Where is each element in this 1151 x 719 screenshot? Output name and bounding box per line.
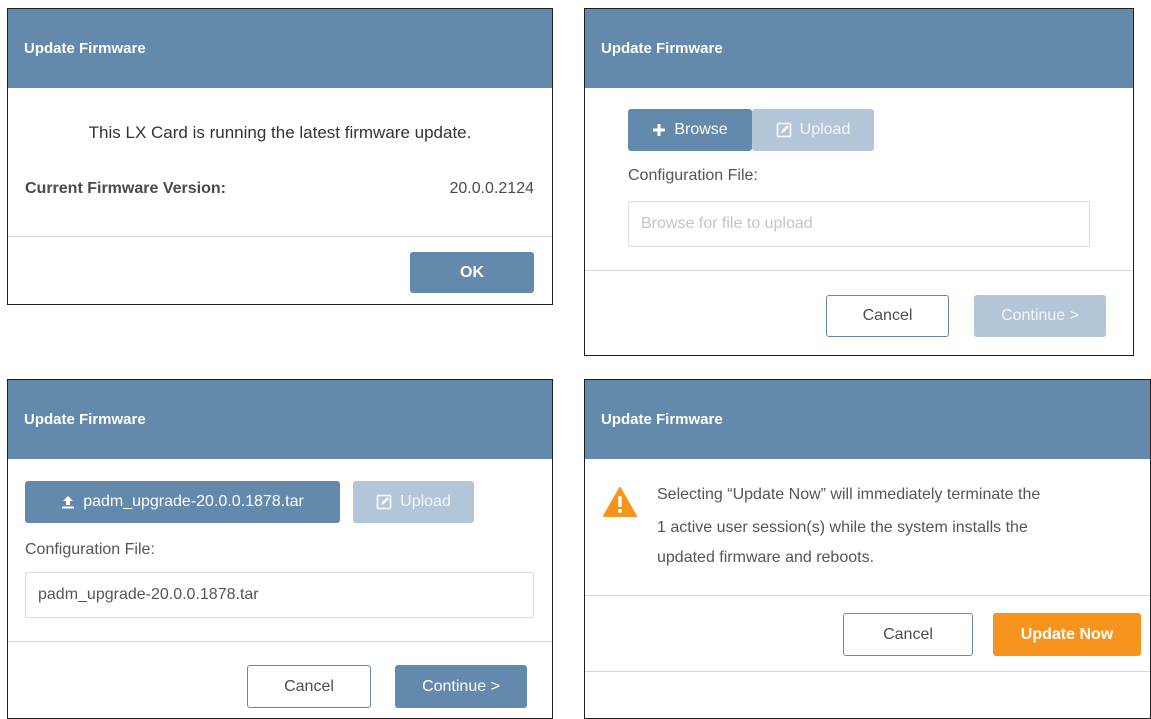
- plus-icon: [652, 123, 666, 137]
- dialog-title: Update Firmware: [24, 40, 146, 57]
- browse-button[interactable]: Browse: [628, 109, 752, 151]
- dialog-header: Update Firmware: [585, 380, 1150, 459]
- dialog-title: Update Firmware: [24, 411, 146, 428]
- update-now-button[interactable]: Update Now: [993, 613, 1141, 656]
- cancel-button[interactable]: Cancel: [247, 665, 371, 708]
- status-message: This LX Card is running the latest firmw…: [88, 123, 472, 142]
- dialog-title: Update Firmware: [601, 411, 723, 428]
- upload-icon: [61, 495, 75, 509]
- browse-label: Browse: [674, 121, 728, 138]
- footer-divider: [8, 641, 552, 642]
- firmware-browse-dialog: Update Firmware Browse Upload Configurat…: [584, 8, 1134, 356]
- edit-icon: [776, 122, 792, 138]
- upload-button[interactable]: Upload: [752, 109, 874, 151]
- firmware-version-value: 20.0.0.2124: [449, 180, 534, 197]
- dialog-header: Update Firmware: [8, 380, 552, 459]
- firmware-confirm-dialog: Update Firmware Selecting “Update Now” w…: [584, 379, 1151, 719]
- warning-message-line3: updated firmware and reboots.: [657, 549, 875, 566]
- firmware-latest-dialog: Update Firmware This LX Card is running …: [7, 8, 553, 305]
- edit-icon: [376, 494, 392, 510]
- warning-triangle-icon: [602, 486, 638, 523]
- selected-file-label: padm_upgrade-20.0.0.1878.tar: [83, 493, 304, 510]
- warning-message-line1: Selecting “Update Now” will immediately …: [657, 486, 1041, 503]
- ok-button[interactable]: OK: [410, 252, 534, 293]
- footer-divider: [585, 595, 1150, 596]
- upload-label: Upload: [400, 493, 451, 510]
- upload-button[interactable]: Upload: [353, 481, 474, 523]
- warning-message-line2: 1 active user session(s) while the syste…: [657, 519, 1028, 536]
- footer-divider: [8, 236, 552, 237]
- dialog-header: Update Firmware: [585, 9, 1133, 88]
- cancel-button[interactable]: Cancel: [843, 613, 973, 656]
- dialog-title: Update Firmware: [601, 40, 723, 57]
- firmware-version-label: Current Firmware Version:: [25, 180, 226, 197]
- dialog-header: Update Firmware: [8, 9, 552, 88]
- cancel-button[interactable]: Cancel: [826, 295, 949, 337]
- firmware-file-selected-dialog: Update Firmware padm_upgrade-20.0.0.1878…: [7, 379, 553, 719]
- configuration-file-label: Configuration File:: [25, 541, 155, 558]
- footer-divider: [585, 270, 1133, 271]
- file-value: padm_upgrade-20.0.0.1878.tar: [38, 586, 259, 603]
- bottom-divider: [585, 671, 1150, 672]
- file-placeholder: Browse for file to upload: [641, 215, 813, 232]
- selected-file-button[interactable]: padm_upgrade-20.0.0.1878.tar: [25, 481, 340, 523]
- continue-button[interactable]: Continue >: [974, 295, 1106, 337]
- configuration-file-input[interactable]: Browse for file to upload: [628, 201, 1090, 247]
- upload-label: Upload: [799, 121, 851, 138]
- configuration-file-label: Configuration File:: [628, 167, 758, 184]
- continue-button[interactable]: Continue >: [395, 665, 527, 708]
- configuration-file-input[interactable]: padm_upgrade-20.0.0.1878.tar: [25, 572, 534, 618]
